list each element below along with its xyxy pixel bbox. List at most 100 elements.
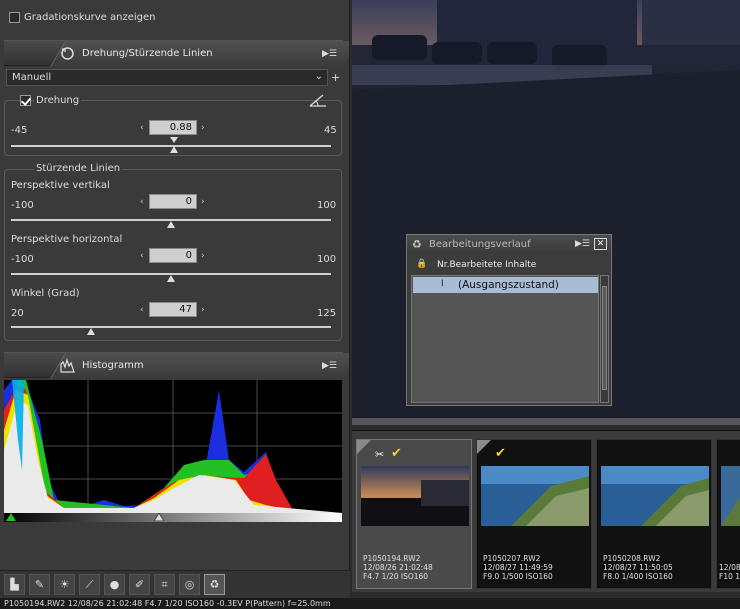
film-filename: P1050208.RW2 [603,554,661,563]
histogram-icon: ▙ [10,578,19,591]
histogram-panel-header[interactable]: Histogramm ▶☰ [4,352,349,379]
film-date: 12/08/26 21:02:48 [363,563,433,572]
film-filename: P1050207.RW2 [483,554,541,563]
chevron-down-icon: ⌄ [314,71,323,82]
brightness-tool-button[interactable]: ☀ [54,574,75,595]
curve-icon: ⟋ [85,578,94,591]
histogram-tool-button[interactable]: ▙ [4,574,25,595]
rotate-icon: ◎ [184,578,195,591]
history-dialog: ♻ Bearbeitungsverlauf ▶☰ ✕ 🔒 Nr.Bearbeit… [406,234,612,406]
history-list: I (Ausgangszustand) [411,275,599,403]
corner-flag-icon [357,440,371,454]
rotation-min: -45 [11,125,28,136]
crop-tool-button[interactable]: ⌗ [154,574,175,595]
vertical-slider-thumb[interactable] [167,221,175,228]
film-exposure: F8.0 1/400 ISO160 [603,572,673,581]
thumbnail-image [721,466,740,526]
rotation-slider-thumb[interactable] [170,146,179,153]
vertical-label: Perspektive vertikal [11,180,110,191]
film-item[interactable]: P1050208.RW2 12/08/27 11:50:05 F8.0 1/40… [596,439,712,589]
curve-tool-button[interactable]: ⟋ [79,574,100,595]
history-item-number: I [441,279,444,289]
vertical-value-field[interactable]: 0 [149,194,197,209]
sharpness-tool-button[interactable]: ● [104,574,125,595]
horizontal-label: Perspektive horizontal [11,234,123,245]
rotation-icon [61,47,74,60]
rotation-value-field[interactable]: 0.88 [149,120,197,135]
panel-menu-icon[interactable]: ▶☰ [322,361,337,371]
horizontal-min: -100 [11,254,34,265]
histogram-panel-title: Histogramm [82,360,144,371]
horizontal-increment-icon[interactable]: › [201,251,205,261]
histogram-graph [4,380,342,522]
check-icon: ✔ [391,446,402,461]
film-date: 12/08/27 11:50:05 [603,563,673,572]
film-exposure: F9.0 1/500 ISO160 [483,572,553,581]
rotation-decrement-icon[interactable]: ‹ [140,123,144,133]
horizontal-slider-thumb[interactable] [167,275,175,282]
horizontal-decrement-icon[interactable]: ‹ [140,251,144,261]
film-item[interactable]: 12/08/27 F10 1 [716,439,740,589]
history-titlebar[interactable]: ♻ Bearbeitungsverlauf ▶☰ ✕ [407,235,611,254]
horizontal-value-field[interactable]: 0 [149,248,197,263]
angle-slider-track[interactable] [11,326,331,328]
history-tool-button[interactable]: ♻ [204,574,225,595]
film-filename: P1050194.RW2 [363,554,421,563]
film-exposure: F4.7 1/20 ISO160 [363,572,429,581]
preset-value: Manuell [12,72,52,83]
close-icon[interactable]: ✕ [594,238,607,250]
rotation-checkbox[interactable] [20,95,31,106]
vertical-decrement-icon[interactable]: ‹ [140,197,144,207]
brush-icon: ✐ [134,578,145,591]
history-menu-icon[interactable]: ▶☰ [575,239,590,249]
palette-toolbar: ▙ ✎ ☀ ⟋ ● ✐ ⌗ ◎ ♻ [0,570,350,598]
angle-tool-icon[interactable] [309,93,327,107]
black-point-marker[interactable] [6,513,16,521]
angle-min: 20 [11,308,24,319]
film-date: 12/08/27 [719,563,740,572]
film-meta: P1050207.RW2 12/08/27 11:49:59 F9.0 1/50… [483,554,553,581]
history-icon: ♻ [412,238,422,251]
thumbnail-image [601,466,709,526]
horizontal-max: 100 [317,254,337,265]
midpoint-marker[interactable] [154,513,164,521]
recycle-icon: ♻ [209,578,220,591]
paint-tool-button[interactable]: ✐ [129,574,150,595]
film-exposure: F10 1 [719,572,740,581]
comment-tool-button[interactable]: ✎ [29,574,50,595]
status-bar: P1050194.RW2 12/08/26 21:02:48 F4.7 1/20… [0,598,740,609]
check-icon: ✔ [495,446,506,461]
angle-value-field[interactable]: 47 [149,302,197,317]
angle-label: Winkel (Grad) [11,288,80,299]
rotation-label: Drehung [34,95,82,106]
sphere-icon: ● [109,578,120,591]
scrollbar-thumb[interactable] [602,286,607,390]
rotate-tool-button[interactable]: ◎ [179,574,200,595]
angle-decrement-icon[interactable]: ‹ [140,305,144,315]
preset-select[interactable]: Manuell ⌄ [6,69,328,86]
panel-menu-icon[interactable]: ▶☰ [322,49,337,59]
history-title: Bearbeitungsverlauf [429,239,531,250]
rotation-increment-icon[interactable]: › [201,123,205,133]
film-meta: 12/08/27 F10 1 [719,554,740,581]
angle-max: 125 [317,308,337,319]
film-item[interactable]: ✔ P1050207.RW2 12/08/27 11:49:59 F9.0 1/… [476,439,592,589]
history-item[interactable]: I (Ausgangszustand) [413,277,598,293]
history-scrollbar[interactable] [600,275,609,403]
film-meta: P1050194.RW2 12/08/26 21:02:48 F4.7 1/20… [363,554,433,581]
vertical-increment-icon[interactable]: › [201,197,205,207]
gradation-checkbox[interactable] [9,12,20,23]
comment-icon: ✎ [34,578,45,591]
rotation-panel-header[interactable]: Drehung/Stürzende Linien ▶☰ [4,40,349,67]
lock-icon: 🔒 [416,259,428,269]
history-item-label: (Ausgangszustand) [458,279,559,291]
add-preset-icon[interactable]: + [331,71,340,84]
rotation-panel-title: Drehung/Stürzende Linien [82,48,213,59]
gradation-label: Gradationskurve anzeigen [24,12,156,23]
filmstrip: ✂ ✔ P1050194.RW2 12/08/26 21:02:48 F4.7 … [352,430,740,592]
film-item[interactable]: ✂ ✔ P1050194.RW2 12/08/26 21:02:48 F4.7 … [356,439,472,589]
vertical-min: -100 [11,200,34,211]
angle-increment-icon[interactable]: › [201,305,205,315]
vertical-max: 100 [317,200,337,211]
angle-slider-thumb[interactable] [87,328,95,335]
